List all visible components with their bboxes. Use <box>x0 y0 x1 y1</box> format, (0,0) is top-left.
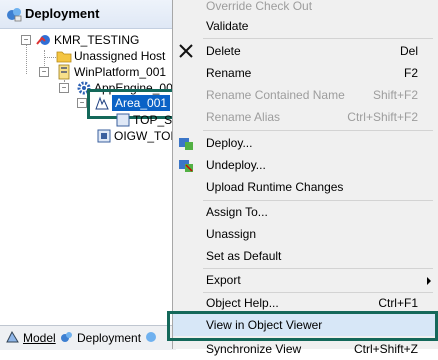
panel-header: Deployment <box>0 0 176 29</box>
object-icon <box>115 112 131 128</box>
menu-item-label: Undeploy... <box>206 158 266 172</box>
deployment-icon <box>6 6 22 25</box>
menu-item-label: Rename Contained Name <box>206 88 345 102</box>
menu-item-shortcut: Ctrl+Shift+F2 <box>347 110 418 124</box>
context-menu: Override Check Out Validate Delete Del R… <box>172 0 438 356</box>
tree-label: Unassigned Host <box>74 49 166 63</box>
bottom-tab-bar: Model Deployment <box>0 325 176 350</box>
expander-engine[interactable]: − <box>59 83 69 93</box>
menu-item-upload-runtime-changes[interactable]: Upload Runtime Changes <box>173 176 438 198</box>
menu-item-label: Upload Runtime Changes <box>206 180 344 194</box>
tree-line <box>26 44 27 74</box>
tab-label: Model <box>23 331 56 345</box>
menu-item-delete[interactable]: Delete Del <box>173 40 438 62</box>
tab-label: Deployment <box>77 331 142 345</box>
menu-item-label: Unassign <box>206 227 257 241</box>
model-icon <box>6 330 20 349</box>
menu-item-label: Export <box>206 273 241 287</box>
menu-item-unassign[interactable]: Unassign <box>173 223 438 245</box>
expander-platform[interactable]: − <box>39 67 49 77</box>
tree-label: KMR_TESTING <box>54 33 140 47</box>
platform-icon <box>56 64 72 80</box>
object-icon <box>96 128 112 144</box>
expander-area[interactable]: − <box>77 98 87 108</box>
folder-icon <box>56 48 72 64</box>
expander-galaxy[interactable]: − <box>21 35 31 45</box>
menu-item-rename[interactable]: Rename F2 <box>173 62 438 84</box>
menu-item-label: Delete <box>206 44 241 58</box>
menu-item-validate[interactable]: Validate <box>173 15 438 37</box>
menu-separator <box>203 38 433 39</box>
menu-item-label: Rename <box>206 66 252 80</box>
menu-item-shortcut: Shift+F2 <box>372 88 418 102</box>
menu-item-shortcut: F2 <box>403 66 418 80</box>
menu-item-rename-alias[interactable]: Rename Alias Ctrl+Shift+F2 <box>173 106 438 128</box>
deployment-icon <box>60 330 74 349</box>
tree-label: OIGW_TOP <box>114 129 179 143</box>
panel-title: Deployment <box>25 6 100 21</box>
menu-item-export[interactable]: Export <box>173 269 438 291</box>
menu-item-assign-to[interactable]: Assign To... <box>173 201 438 223</box>
menu-item-label: Assign To... <box>206 205 268 219</box>
menu-item-set-as-default[interactable]: Set as Default <box>173 245 438 267</box>
menu-item-label: Synchronize View <box>206 342 302 356</box>
tab-icon <box>144 330 158 349</box>
menu-item-deploy[interactable]: Deploy... <box>173 132 438 154</box>
menu-item-label: Rename Alias <box>206 110 281 124</box>
galaxy-icon <box>36 32 52 48</box>
menu-item-undeploy[interactable]: Undeploy... <box>173 154 438 176</box>
menu-item-synchronize-view[interactable]: Synchronize View Ctrl+Shift+Z <box>173 338 438 360</box>
menu-item-label: Set as Default <box>206 249 282 263</box>
menu-item-label: Deploy... <box>206 136 253 150</box>
submenu-arrow-icon <box>427 277 431 285</box>
highlight-box-view-in-object-viewer <box>167 311 438 341</box>
menu-item-label: Validate <box>206 19 249 33</box>
menu-separator <box>203 130 433 131</box>
deployment-panel: Deployment − KMR_TESTING Unassigned Host… <box>0 0 179 350</box>
menu-item-shortcut: Ctrl+Shift+Z <box>353 342 418 356</box>
tree-label: WinPlatform_001 <box>74 65 167 79</box>
tree-line <box>44 57 56 58</box>
menu-item-shortcut: Del <box>399 44 418 58</box>
menu-item-rename-contained-name[interactable]: Rename Contained Name Shift+F2 <box>173 84 438 106</box>
